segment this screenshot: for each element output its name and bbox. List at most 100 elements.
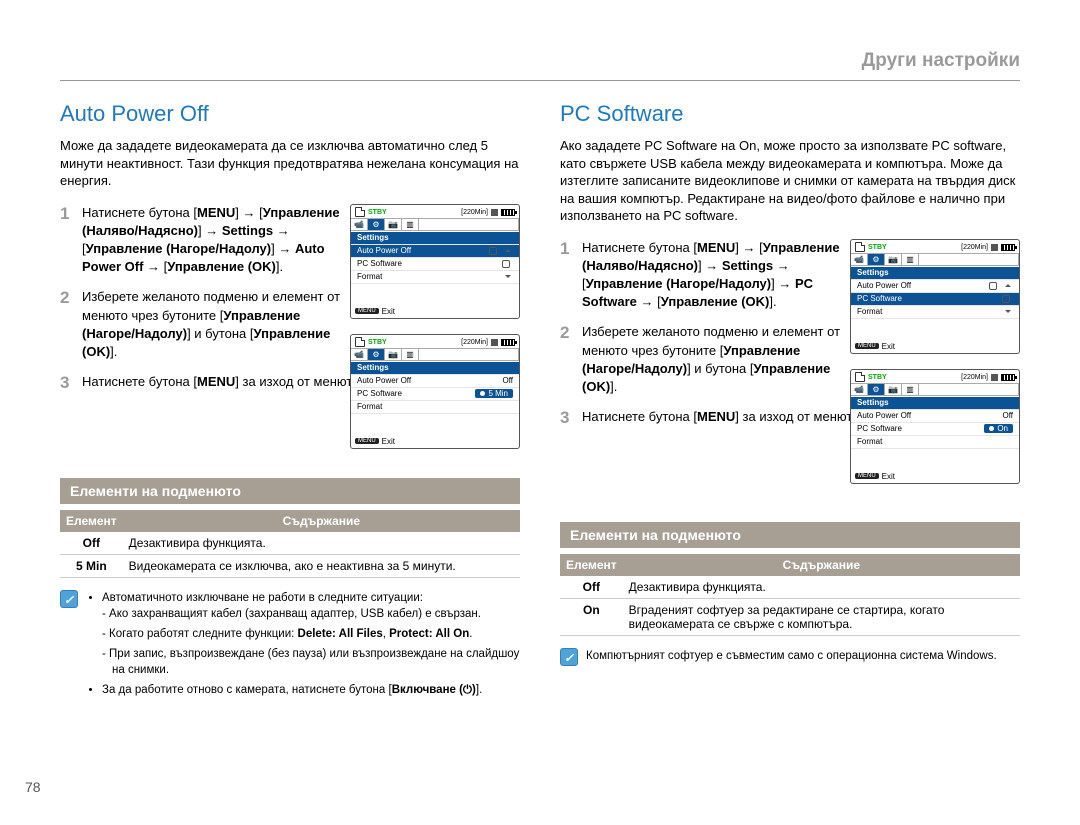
menu-item: Auto Power Off — [357, 246, 411, 255]
menu-pill: MENU — [855, 473, 879, 479]
tab-icon: 📷 — [385, 219, 402, 230]
rec-time: [220Min] — [461, 339, 488, 346]
note-block: ✓ Автоматичното изключване не работи в с… — [60, 590, 520, 703]
right-intro: Ако зададете PC Software на On, може про… — [560, 137, 1020, 225]
step-num: 3 — [60, 373, 82, 393]
col-content: Съдържание — [123, 510, 520, 532]
lock-icon — [502, 260, 510, 268]
battery-icon — [501, 339, 515, 346]
right-column: PC Software Ако зададете PC Software на … — [560, 101, 1020, 702]
note-text: При запис, възпроизвеждане (без пауза) и… — [112, 646, 520, 678]
tab-icon: 📷 — [885, 254, 902, 265]
tab-icon — [919, 254, 1019, 265]
tab-icon — [419, 349, 519, 360]
step-num: 3 — [560, 408, 582, 428]
sd-card-icon — [355, 337, 365, 347]
settings-header: Settings — [857, 268, 889, 277]
table-row: Вграденият софтуер за редактиране се ста… — [623, 598, 1020, 635]
note-content: Автоматичното изключване не работи в сле… — [86, 590, 520, 703]
menu-item: PC Software — [357, 259, 402, 268]
sd-card-icon — [855, 372, 865, 382]
menu-item: Auto Power Off — [857, 411, 911, 420]
step-num: 2 — [560, 323, 582, 396]
battery-icon — [501, 209, 515, 216]
storage-icon — [491, 209, 498, 216]
stby-label: STBY — [868, 244, 887, 251]
menu-item: Format — [857, 437, 882, 446]
content-columns: Auto Power Off Може да зададете видеокам… — [60, 101, 1020, 702]
tab-icon: 📹 — [351, 349, 368, 360]
tab-icon: ▥ — [402, 349, 419, 360]
table-row: On — [560, 598, 623, 635]
settings-header: Settings — [857, 398, 889, 407]
table-row: 5 Min — [60, 554, 123, 577]
storage-icon — [491, 339, 498, 346]
submenu-table: ЕлементСъдържание OffДезактивира функция… — [560, 554, 1020, 636]
tab-icon: 📹 — [851, 254, 868, 265]
menu-value: On — [997, 424, 1008, 433]
exit-label: Exit — [882, 342, 895, 351]
menu-item: Format — [357, 272, 382, 281]
camera-screen-pc-software-submenu: STBY[220Min] 📹⚙📷▥ Settings Auto Power Of… — [850, 369, 1020, 484]
exit-label: Exit — [882, 472, 895, 481]
col-element: Елемент — [60, 510, 123, 532]
tab-icon: ⚙ — [868, 384, 885, 395]
rec-time: [220Min] — [961, 244, 988, 251]
menu-item: Auto Power Off — [857, 281, 911, 290]
note-block: ✓ Компютърният софтуер е съвместим само … — [560, 648, 1020, 666]
section-title-right: PC Software — [560, 101, 1020, 127]
note-text: За да работите отново с камерата, натисн… — [102, 682, 520, 698]
camera-screen-auto-power-off-menu: STBY[220Min] 📹⚙📷▥ Settings Auto Power Of… — [350, 204, 520, 319]
menu-item: PC Software — [857, 424, 902, 433]
note-icon: ✓ — [60, 590, 78, 608]
submenu-header: Елементи на подменюто — [560, 522, 1020, 548]
lock-icon — [1002, 295, 1010, 303]
table-row: Off — [60, 532, 123, 555]
table-row: Дезактивира функцията. — [623, 576, 1020, 599]
rec-time: [220Min] — [461, 209, 488, 216]
menu-item: PC Software — [357, 389, 402, 398]
tab-icon: 📷 — [885, 384, 902, 395]
table-row: Видеокамерата се изключва, ако е неактив… — [123, 554, 520, 577]
section-title-left: Auto Power Off — [60, 101, 520, 127]
settings-header: Settings — [357, 233, 389, 242]
page-number: 78 — [25, 779, 41, 795]
tab-icon — [919, 384, 1019, 395]
lock-icon — [489, 247, 497, 255]
menu-pill: MENU — [355, 308, 379, 314]
battery-icon — [1001, 244, 1015, 251]
step-num: 2 — [60, 288, 82, 361]
tab-icon: ⚙ — [368, 219, 385, 230]
exit-label: Exit — [382, 307, 395, 316]
rec-time: [220Min] — [961, 374, 988, 381]
menu-item: Format — [357, 402, 382, 411]
sd-card-icon — [355, 207, 365, 217]
exit-label: Exit — [382, 437, 395, 446]
note-text: Компютърният софтуер е съвместим само с … — [586, 650, 997, 662]
menu-item: Auto Power Off — [357, 376, 411, 385]
left-column: Auto Power Off Може да зададете видеокам… — [60, 101, 520, 702]
tab-icon: ▥ — [902, 384, 919, 395]
tab-icon — [419, 219, 519, 230]
menu-value: 5 Min — [488, 389, 508, 398]
left-intro: Може да зададете видеокамерата да се изк… — [60, 137, 520, 190]
camera-screen-auto-power-off-submenu: STBY[220Min] 📹⚙📷▥ Settings Auto Power Of… — [350, 334, 520, 449]
note-text: Ако захранващият кабел (захранващ адапте… — [112, 606, 520, 622]
note-icon: ✓ — [560, 648, 578, 666]
settings-header: Settings — [357, 363, 389, 372]
stby-label: STBY — [368, 209, 387, 216]
tab-icon: ⚙ — [368, 349, 385, 360]
note-text: Автоматичното изключване не работи в сле… — [102, 592, 423, 604]
table-row: Дезактивира функцията. — [123, 532, 520, 555]
tab-icon: 📷 — [385, 349, 402, 360]
lock-icon — [989, 282, 997, 290]
menu-pill: MENU — [355, 438, 379, 444]
submenu-table: ЕлементСъдържание OffДезактивира функция… — [60, 510, 520, 578]
step-num: 1 — [60, 204, 82, 277]
col-content: Съдържание — [623, 554, 1020, 576]
stby-label: STBY — [868, 374, 887, 381]
tab-icon: ⚙ — [868, 254, 885, 265]
step-num: 1 — [560, 239, 582, 312]
menu-value: Off — [502, 376, 513, 385]
note-text: Когато работят следните функции: Delete:… — [112, 626, 520, 642]
